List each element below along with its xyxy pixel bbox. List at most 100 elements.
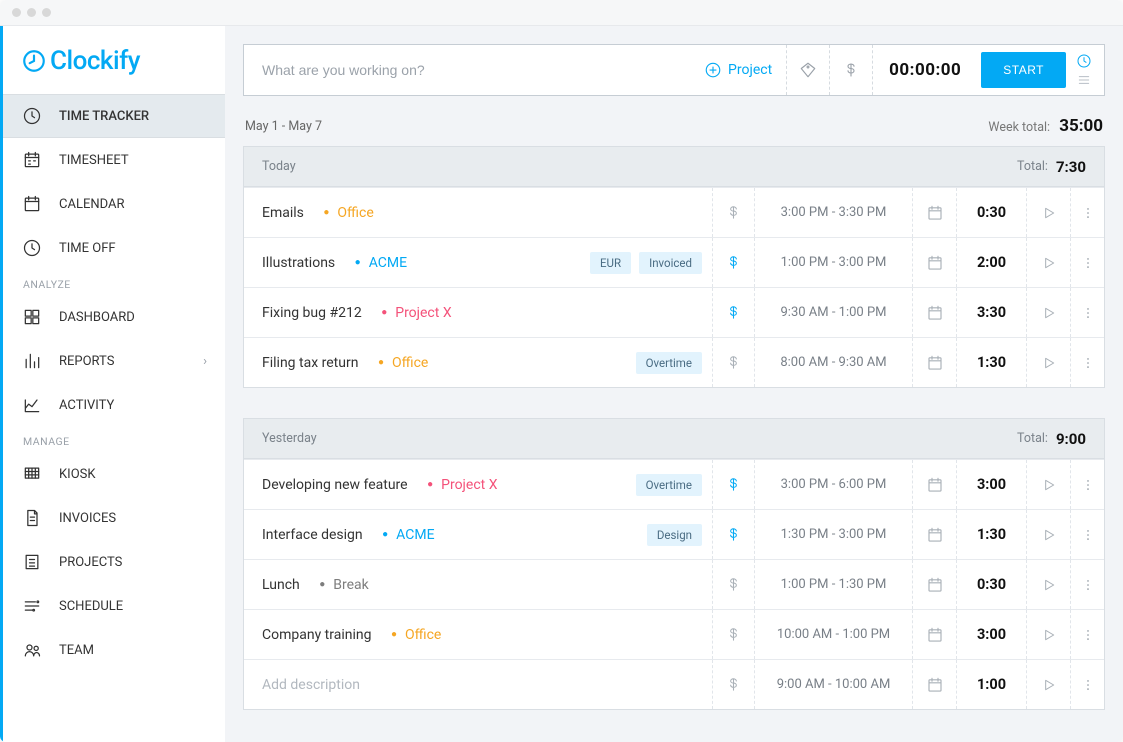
entry-description[interactable]: Interface design ● ACME bbox=[244, 527, 647, 543]
resume-button[interactable] bbox=[1026, 460, 1070, 509]
entry-project[interactable]: Office bbox=[392, 355, 428, 371]
tag-badge[interactable]: Invoiced bbox=[639, 252, 702, 274]
entry-menu-button[interactable] bbox=[1070, 610, 1104, 659]
entry-time-range[interactable]: 1:30 PM - 3:00 PM bbox=[754, 510, 912, 559]
entry-description[interactable]: Lunch ● Break bbox=[244, 577, 702, 593]
entry-menu-button[interactable] bbox=[1070, 188, 1104, 237]
entry-duration[interactable]: 2:00 bbox=[956, 238, 1026, 287]
entry-menu-button[interactable] bbox=[1070, 660, 1104, 709]
sidebar-item-schedule[interactable]: SCHEDULE bbox=[3, 584, 225, 628]
billable-toggle[interactable] bbox=[712, 610, 754, 659]
entry-duration[interactable]: 0:30 bbox=[956, 560, 1026, 609]
entry-description[interactable]: Developing new feature ● Project X bbox=[244, 477, 636, 493]
resume-button[interactable] bbox=[1026, 238, 1070, 287]
sidebar-item-time-tracker[interactable]: TIME TRACKER bbox=[3, 94, 225, 138]
entry-project[interactable]: Project X bbox=[395, 305, 451, 321]
sidebar-item-timesheet[interactable]: TIMESHEET bbox=[3, 138, 225, 182]
time-entry[interactable]: Emails ● Office 3:00 PM - 3:30 PM 0:30 bbox=[244, 187, 1104, 237]
billable-toggle[interactable] bbox=[712, 188, 754, 237]
date-picker-button[interactable] bbox=[912, 510, 956, 559]
resume-button[interactable] bbox=[1026, 610, 1070, 659]
entry-time-range[interactable]: 3:00 PM - 3:30 PM bbox=[754, 188, 912, 237]
sidebar-item-calendar[interactable]: CALENDAR bbox=[3, 182, 225, 226]
date-picker-button[interactable] bbox=[912, 610, 956, 659]
billable-toggle[interactable] bbox=[712, 338, 754, 387]
time-entry[interactable]: Add description 9:00 AM - 10:00 AM 1:00 bbox=[244, 659, 1104, 709]
entry-time-range[interactable]: 8:00 AM - 9:30 AM bbox=[754, 338, 912, 387]
project-selector[interactable]: Project bbox=[690, 61, 786, 79]
sidebar-item-dashboard[interactable]: DASHBOARD bbox=[3, 295, 225, 339]
entry-description[interactable]: Emails ● Office bbox=[244, 205, 702, 221]
entry-time-range[interactable]: 3:00 PM - 6:00 PM bbox=[754, 460, 912, 509]
billable-toggle[interactable] bbox=[712, 560, 754, 609]
tag-badge[interactable]: Design bbox=[647, 524, 702, 546]
entry-time-range[interactable]: 9:30 AM - 1:00 PM bbox=[754, 288, 912, 337]
time-entry[interactable]: Filing tax return ● OfficeOvertime 8:00 A… bbox=[244, 337, 1104, 387]
date-picker-button[interactable] bbox=[912, 460, 956, 509]
date-picker-button[interactable] bbox=[912, 188, 956, 237]
entry-menu-button[interactable] bbox=[1070, 338, 1104, 387]
entry-time-range[interactable]: 1:00 PM - 3:00 PM bbox=[754, 238, 912, 287]
resume-button[interactable] bbox=[1026, 188, 1070, 237]
sidebar-item-kiosk[interactable]: KIOSK bbox=[3, 452, 225, 496]
time-entry[interactable]: Interface design ● ACMEDesign 1:30 PM - 3… bbox=[244, 509, 1104, 559]
time-entry[interactable]: Company training ● Office 10:00 AM - 1:00… bbox=[244, 609, 1104, 659]
billable-toggle[interactable] bbox=[712, 510, 754, 559]
date-picker-button[interactable] bbox=[912, 560, 956, 609]
entry-duration[interactable]: 3:00 bbox=[956, 460, 1026, 509]
billable-toggle[interactable] bbox=[712, 460, 754, 509]
entry-project[interactable]: Break bbox=[333, 577, 368, 593]
tag-badge[interactable]: Overtime bbox=[636, 474, 702, 496]
time-entry[interactable]: Fixing bug #212 ● Project X 9:30 AM - 1:0… bbox=[244, 287, 1104, 337]
entry-duration[interactable]: 3:00 bbox=[956, 610, 1026, 659]
sidebar-item-invoices[interactable]: INVOICES bbox=[3, 496, 225, 540]
tag-button[interactable] bbox=[787, 45, 829, 95]
entry-project[interactable]: ACME bbox=[369, 255, 407, 271]
time-entry[interactable]: Lunch ● Break 1:00 PM - 1:30 PM 0:30 bbox=[244, 559, 1104, 609]
sidebar-item-activity[interactable]: ACTIVITY bbox=[3, 383, 225, 427]
tag-badge[interactable]: Overtime bbox=[636, 352, 702, 374]
entry-project[interactable]: Project X bbox=[441, 477, 497, 493]
billable-toggle[interactable] bbox=[712, 238, 754, 287]
billable-toggle[interactable] bbox=[712, 288, 754, 337]
task-input[interactable] bbox=[262, 62, 690, 78]
entry-duration[interactable]: 1:30 bbox=[956, 510, 1026, 559]
date-picker-button[interactable] bbox=[912, 238, 956, 287]
entry-time-range[interactable]: 10:00 AM - 1:00 PM bbox=[754, 610, 912, 659]
resume-button[interactable] bbox=[1026, 338, 1070, 387]
entry-menu-button[interactable] bbox=[1070, 560, 1104, 609]
sidebar-item-time-off[interactable]: TIME OFF bbox=[3, 226, 225, 270]
entry-description[interactable]: Add description bbox=[244, 677, 702, 693]
entry-time-range[interactable]: 1:00 PM - 1:30 PM bbox=[754, 560, 912, 609]
entry-description[interactable]: Fixing bug #212 ● Project X bbox=[244, 305, 702, 321]
resume-button[interactable] bbox=[1026, 510, 1070, 559]
entry-description[interactable]: Illustrations ● ACME bbox=[244, 255, 590, 271]
entry-project[interactable]: ACME bbox=[396, 527, 434, 543]
entry-duration[interactable]: 0:30 bbox=[956, 188, 1026, 237]
entry-description[interactable]: Company training ● Office bbox=[244, 627, 702, 643]
entry-menu-button[interactable] bbox=[1070, 510, 1104, 559]
entry-duration[interactable]: 3:30 bbox=[956, 288, 1026, 337]
entry-project[interactable]: Office bbox=[337, 205, 373, 221]
mode-toggle[interactable] bbox=[1076, 53, 1104, 88]
entry-project[interactable]: Office bbox=[405, 627, 441, 643]
sidebar-item-projects[interactable]: PROJECTS bbox=[3, 540, 225, 584]
entry-duration[interactable]: 1:30 bbox=[956, 338, 1026, 387]
time-entry[interactable]: Illustrations ● ACMEEUR Invoiced 1:00 PM -… bbox=[244, 237, 1104, 287]
entry-description[interactable]: Filing tax return ● Office bbox=[244, 355, 636, 371]
start-button[interactable]: START bbox=[981, 52, 1066, 88]
entry-duration[interactable]: 1:00 bbox=[956, 660, 1026, 709]
entry-menu-button[interactable] bbox=[1070, 460, 1104, 509]
entry-time-range[interactable]: 9:00 AM - 10:00 AM bbox=[754, 660, 912, 709]
resume-button[interactable] bbox=[1026, 288, 1070, 337]
date-picker-button[interactable] bbox=[912, 288, 956, 337]
billable-toggle[interactable] bbox=[712, 660, 754, 709]
sidebar-item-reports[interactable]: REPORTS› bbox=[3, 339, 225, 383]
entry-menu-button[interactable] bbox=[1070, 288, 1104, 337]
time-entry[interactable]: Developing new feature ● Project XOverti… bbox=[244, 459, 1104, 509]
entry-menu-button[interactable] bbox=[1070, 238, 1104, 287]
date-picker-button[interactable] bbox=[912, 338, 956, 387]
tag-badge[interactable]: EUR bbox=[590, 252, 631, 274]
date-picker-button[interactable] bbox=[912, 660, 956, 709]
resume-button[interactable] bbox=[1026, 560, 1070, 609]
